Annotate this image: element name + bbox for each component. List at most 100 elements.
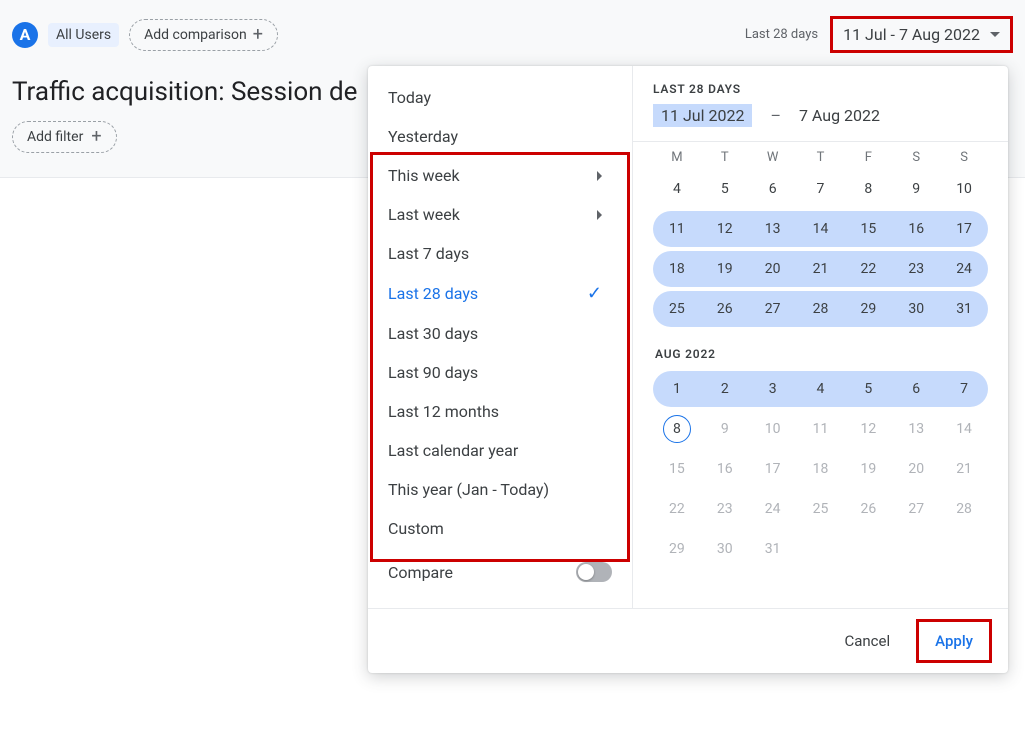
date-range-popover: Today Yesterday This week Last week Last…	[368, 66, 1008, 673]
calendar-day[interactable]: 31	[749, 531, 797, 567]
calendar-day[interactable]: 10	[940, 171, 988, 207]
calendar-day[interactable]: 6	[749, 171, 797, 207]
calendar-day[interactable]: 2	[701, 371, 749, 407]
audience-chip[interactable]: All Users	[48, 23, 119, 47]
preset-custom[interactable]: Custom	[368, 509, 632, 548]
chevron-right-icon	[597, 210, 602, 220]
preset-today[interactable]: Today	[368, 78, 632, 117]
audience-badge: A	[12, 22, 38, 48]
calendar-day[interactable]: 26	[844, 491, 892, 527]
calendar-day[interactable]: 30	[892, 291, 940, 327]
calendar-day[interactable]: 5	[701, 171, 749, 207]
calendar-day[interactable]: 22	[844, 251, 892, 287]
calendar-day[interactable]: 23	[892, 251, 940, 287]
preset-last-week[interactable]: Last week	[368, 195, 632, 234]
calendar-day[interactable]: 28	[940, 491, 988, 527]
apply-button[interactable]: Apply	[921, 624, 987, 658]
add-filter-button[interactable]: Add filter +	[12, 121, 117, 153]
calendar-day[interactable]: 20	[892, 451, 940, 487]
calendar-day[interactable]: 31	[940, 291, 988, 327]
calendar-day[interactable]: 25	[653, 291, 701, 327]
calendar-day[interactable]: 10	[749, 411, 797, 447]
preset-last-12-months[interactable]: Last 12 months	[368, 392, 632, 431]
range-start[interactable]: 11 Jul 2022	[653, 104, 752, 127]
calendar-day[interactable]: 22	[653, 491, 701, 527]
calendar-day[interactable]: 27	[892, 491, 940, 527]
calendar-day[interactable]: 21	[940, 451, 988, 487]
calendar-day[interactable]: 20	[749, 251, 797, 287]
preset-last-calendar-year[interactable]: Last calendar year	[368, 431, 632, 470]
calendar-area: LAST 28 DAYS 11 Jul 2022 – 7 Aug 2022 M …	[633, 66, 1008, 608]
calendar-day[interactable]: 15	[653, 451, 701, 487]
weekday: S	[940, 150, 988, 165]
date-range-trigger[interactable]: 11 Jul - 7 Aug 2022	[830, 16, 1013, 53]
calendar-day[interactable]: 19	[844, 451, 892, 487]
calendar-day[interactable]: 16	[701, 451, 749, 487]
calendar-day[interactable]: 6	[892, 371, 940, 407]
calendar-day[interactable]: 23	[701, 491, 749, 527]
calendar-day[interactable]: 25	[797, 491, 845, 527]
calendar-day[interactable]: 13	[749, 211, 797, 247]
calendar-day[interactable]: 9	[892, 171, 940, 207]
preset-last-30-days[interactable]: Last 30 days	[368, 314, 632, 353]
calendar-day[interactable]: 11	[653, 211, 701, 247]
cancel-button[interactable]: Cancel	[830, 624, 904, 658]
calendar-day[interactable]: 30	[701, 531, 749, 567]
preset-last-7-days[interactable]: Last 7 days	[368, 234, 632, 273]
month-label-aug: AUG 2022	[655, 347, 988, 361]
add-comparison-button[interactable]: Add comparison +	[129, 19, 278, 51]
range-values: 11 Jul 2022 – 7 Aug 2022	[653, 104, 988, 127]
calendar-day[interactable]: 5	[844, 371, 892, 407]
annotation-highlight: Apply	[916, 619, 992, 663]
calendar-day	[797, 531, 845, 567]
calendar-day[interactable]: 9	[701, 411, 749, 447]
calendar-day[interactable]: 29	[653, 531, 701, 567]
calendar-day[interactable]: 24	[940, 251, 988, 287]
calendar-day[interactable]: 17	[749, 451, 797, 487]
month-jul: 4 5 6 7 8 9 10 11 12 13 14 15 16 17 18 1…	[653, 169, 988, 329]
weekday: W	[749, 150, 797, 165]
calendar-day[interactable]: 16	[892, 211, 940, 247]
add-filter-label: Add filter	[27, 129, 83, 145]
calendar-day[interactable]: 26	[701, 291, 749, 327]
calendar-day[interactable]: 12	[701, 211, 749, 247]
range-end[interactable]: 7 Aug 2022	[799, 106, 880, 125]
calendar-day[interactable]: 18	[653, 251, 701, 287]
calendar-day[interactable]: 29	[844, 291, 892, 327]
preset-last-90-days[interactable]: Last 90 days	[368, 353, 632, 392]
preset-last-28-days[interactable]: Last 28 days ✓	[368, 273, 632, 314]
calendar-day[interactable]: 4	[653, 171, 701, 207]
calendar-day[interactable]: 19	[701, 251, 749, 287]
compare-row: Compare	[368, 548, 632, 596]
calendar-day[interactable]: 18	[797, 451, 845, 487]
weekday: S	[892, 150, 940, 165]
calendar-day[interactable]: 4	[797, 371, 845, 407]
calendar-day[interactable]: 7	[940, 371, 988, 407]
calendar-day[interactable]: 11	[797, 411, 845, 447]
weekday: M	[653, 150, 701, 165]
calendar-day[interactable]: 7	[797, 171, 845, 207]
calendar-day[interactable]: 28	[797, 291, 845, 327]
calendar-day[interactable]: 13	[892, 411, 940, 447]
compare-label: Compare	[388, 563, 453, 582]
calendar-day[interactable]: 12	[844, 411, 892, 447]
calendar-day[interactable]: 24	[749, 491, 797, 527]
calendar-day[interactable]: 17	[940, 211, 988, 247]
month-aug: 1 2 3 4 5 6 7 8 9 10 11 12 13 14 15 16 1…	[653, 369, 988, 569]
calendar-day[interactable]: 1	[653, 371, 701, 407]
calendar-day[interactable]: 27	[749, 291, 797, 327]
plus-icon: +	[253, 26, 263, 44]
calendar-day[interactable]: 15	[844, 211, 892, 247]
calendar-day[interactable]: 14	[797, 211, 845, 247]
preset-yesterday[interactable]: Yesterday	[368, 117, 632, 156]
compare-toggle[interactable]	[576, 562, 612, 582]
calendar-day[interactable]: 14	[940, 411, 988, 447]
preset-this-week[interactable]: This week	[368, 156, 632, 195]
calendar-day[interactable]: 8	[844, 171, 892, 207]
calendar-day[interactable]: 3	[749, 371, 797, 407]
calendar-day-today[interactable]: 8	[653, 411, 701, 447]
calendar-day[interactable]: 21	[797, 251, 845, 287]
range-header: LAST 28 DAYS	[653, 82, 988, 96]
weekday: T	[797, 150, 845, 165]
preset-this-year[interactable]: This year (Jan - Today)	[368, 470, 632, 509]
